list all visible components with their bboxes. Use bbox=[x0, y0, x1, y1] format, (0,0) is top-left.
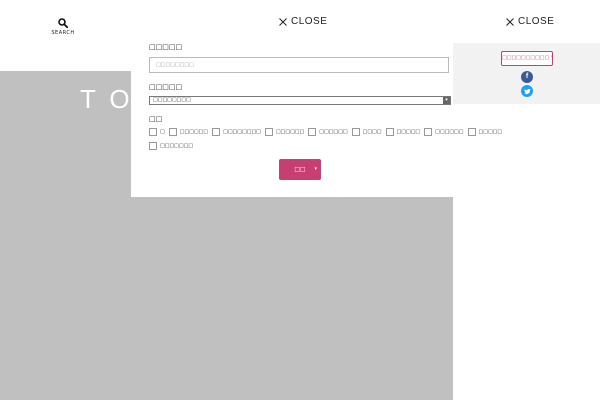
close-label: CLOSE bbox=[518, 16, 555, 27]
checkbox-label: □□□□□□ bbox=[319, 129, 348, 135]
checkbox[interactable] bbox=[264, 128, 273, 136]
search-submit-button[interactable]: □□ ▾ bbox=[279, 159, 321, 180]
checkbox-label: □ bbox=[160, 129, 165, 135]
share-button[interactable]: □□□□□□□□□□ * bbox=[501, 51, 553, 66]
checkbox-label: □□□□□□□ bbox=[160, 143, 194, 149]
checkbox-label: □□□□□□ bbox=[435, 129, 464, 135]
checkbox-label: □□□□□ bbox=[396, 129, 421, 135]
checkbox-label: □□□□ bbox=[362, 129, 382, 135]
search-icon bbox=[58, 18, 68, 28]
close-share-button[interactable]: CLOSE bbox=[506, 16, 554, 27]
checkbox-item[interactable]: □□□□□□ bbox=[264, 128, 305, 136]
checkbox-label: □□□□□□□□ bbox=[223, 129, 261, 135]
checkbox-item[interactable]: □□□□□□□ bbox=[149, 142, 193, 150]
category-label: □□□□□ bbox=[149, 83, 183, 91]
close-label: CLOSE bbox=[291, 16, 328, 27]
checkbox-item[interactable]: □□□□ bbox=[351, 128, 382, 136]
search-panel: □□□□□ □□□□□□□□ □□□□□ □□□□□□□□ ▾ □□ □ □□□… bbox=[131, 38, 502, 197]
close-icon bbox=[506, 17, 514, 26]
twitter-bird-icon bbox=[523, 88, 531, 94]
category-selected-value: □□□□□□□□ bbox=[153, 97, 191, 103]
search-label: SEARCH bbox=[51, 30, 75, 36]
chevron-down-icon: ▾ bbox=[443, 97, 450, 104]
checkbox-item[interactable]: □□□□□ bbox=[467, 128, 503, 136]
checkbox-item[interactable]: □□□□□□ bbox=[424, 128, 464, 136]
checkbox-row-1: □ □□□□□□ □□□□□□□□ □□□□□□ □□□□□□ □□□□ □□□… bbox=[149, 128, 506, 136]
search-button[interactable]: SEARCH bbox=[50, 18, 76, 36]
checkbox[interactable] bbox=[351, 128, 360, 136]
tags-label: □□ bbox=[149, 115, 163, 123]
keyword-input[interactable]: □□□□□□□□ bbox=[149, 57, 449, 73]
checkbox[interactable] bbox=[149, 142, 157, 150]
keyword-label: □□□□□ bbox=[149, 43, 183, 51]
checkbox-item[interactable]: □□□□□□ bbox=[308, 128, 348, 136]
checkbox[interactable] bbox=[212, 128, 221, 136]
checkbox[interactable] bbox=[424, 128, 433, 136]
category-select[interactable]: □□□□□□□□ ▾ bbox=[149, 96, 451, 105]
facebook-icon[interactable]: f bbox=[521, 71, 533, 83]
caret-down-icon: ▾ bbox=[314, 166, 317, 172]
checkbox-item[interactable]: □□□□□□□□ bbox=[212, 128, 261, 136]
checkbox-label: □□□□□ bbox=[478, 129, 503, 135]
submit-label: □□ bbox=[294, 166, 306, 173]
checkbox-item[interactable]: □ bbox=[149, 128, 165, 136]
checkbox[interactable] bbox=[149, 128, 157, 136]
checkbox-label: □□□□□□ bbox=[275, 129, 305, 135]
checkbox[interactable] bbox=[168, 128, 177, 136]
checkbox[interactable] bbox=[385, 128, 394, 136]
twitter-icon[interactable] bbox=[521, 85, 533, 97]
checkbox-row-2: □□□□□□□ bbox=[149, 142, 197, 150]
checkbox[interactable] bbox=[308, 128, 317, 136]
checkbox-item[interactable]: □□□□□ bbox=[385, 128, 421, 136]
share-panel: □□□□□□□□□□ * f bbox=[453, 43, 600, 104]
checkbox-item[interactable]: □□□□□□ bbox=[168, 128, 209, 136]
close-icon bbox=[279, 17, 287, 26]
close-search-button[interactable]: CLOSE bbox=[279, 16, 327, 27]
checkbox[interactable] bbox=[467, 128, 476, 136]
checkbox-label: □□□□□□ bbox=[179, 129, 209, 135]
